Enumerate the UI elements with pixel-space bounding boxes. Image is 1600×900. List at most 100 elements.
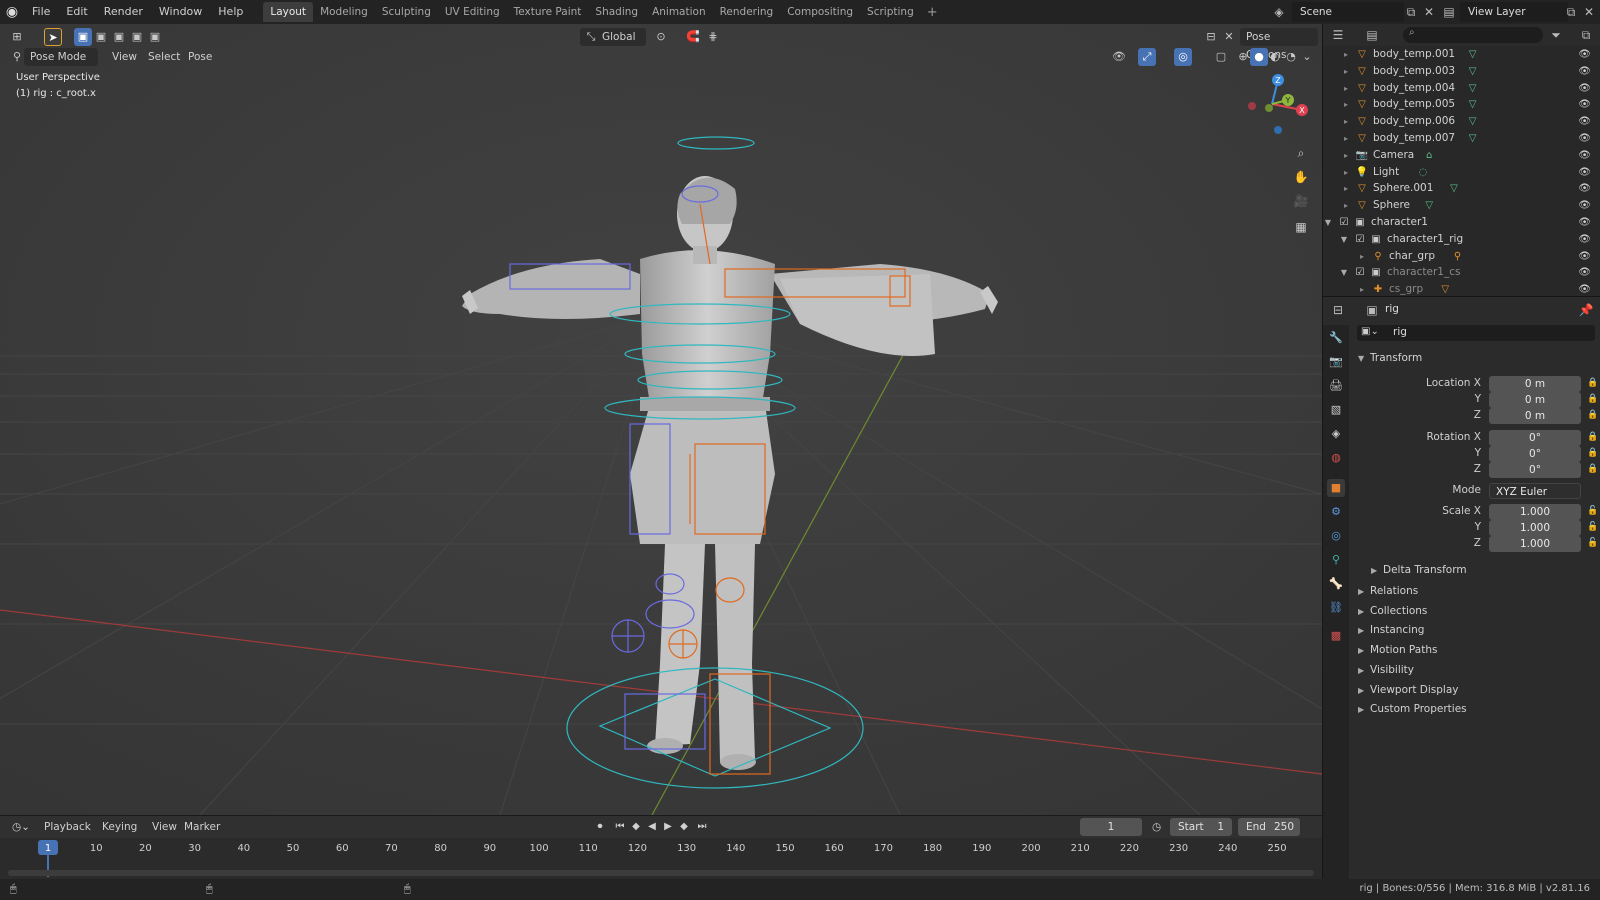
mesh-data-icon[interactable]: ▽ [1466, 80, 1480, 97]
render-tab-icon[interactable]: 📷 [1327, 353, 1345, 371]
location-x-field[interactable]: 0 m [1489, 376, 1581, 392]
tab-rendering[interactable]: Rendering [713, 2, 781, 22]
visibility-eye-icon[interactable]: 👁 [1578, 113, 1591, 130]
visibility-eye-icon[interactable]: 👁 [1578, 63, 1591, 80]
mode-dropdown[interactable]: Pose Mode [24, 48, 98, 66]
view-menu[interactable]: View [106, 48, 143, 66]
gizmo-neg-z-icon[interactable] [1274, 126, 1282, 134]
rotation-x-field[interactable]: 0° [1489, 430, 1581, 446]
visibility-eye-icon[interactable]: 👁 [1578, 180, 1591, 197]
menu-edit[interactable]: Edit [58, 0, 95, 24]
pose-menu[interactable]: Pose [182, 48, 218, 66]
outliner-row-body-temp-005[interactable]: ▸ ▽ body_temp.005 ▽ 👁 [1323, 96, 1600, 113]
add-workspace-icon[interactable]: + [921, 5, 944, 20]
3d-viewport[interactable]: ⊞ ➤ ▣ ▣ ▣ ▣ ▣ Global ⤡ ⊙ 🧲 ⋕ ⊟ ✕ Pose Op… [0, 24, 1322, 815]
menu-help[interactable]: Help [210, 0, 251, 24]
visibility-eye-icon[interactable]: 👁 [1578, 80, 1591, 97]
record-icon[interactable]: ⏺ [592, 818, 608, 836]
timeline-scrollbar[interactable] [8, 870, 1314, 876]
unlock-scale-y-icon[interactable]: 🔓 [1587, 522, 1598, 532]
visibility-eye-icon[interactable]: 👁 [1578, 197, 1591, 214]
panel-header-custom-properties[interactable]: ▶ Custom Properties [1358, 703, 1467, 715]
outliner-editor-type-icon[interactable]: ☰ [1329, 26, 1347, 44]
gizmo-neg-y-icon[interactable] [1265, 104, 1273, 112]
jump-keyframe-back-icon[interactable]: ◆ [628, 818, 644, 836]
outliner-row-camera[interactable]: ▸ 📷 Camera ⌂ 👁 [1323, 147, 1600, 164]
select-intersect-icon[interactable]: ▣ [146, 28, 164, 46]
preview-range-icon[interactable]: ◷ [1148, 818, 1165, 836]
scale-y-field[interactable]: 1.000 [1489, 520, 1581, 536]
jump-end-icon[interactable]: ⏭ [694, 818, 710, 836]
outliner-row-body-temp-006[interactable]: ▸ ▽ body_temp.006 ▽ 👁 [1323, 113, 1600, 130]
expand-arrow-icon[interactable]: ▸ [1339, 96, 1353, 113]
outliner-row-sphere-001[interactable]: ▸ ▽ Sphere.001 ▽ 👁 [1323, 180, 1600, 197]
select-subtract-icon[interactable]: ▣ [110, 28, 128, 46]
checkbox-icon[interactable]: ☑ [1353, 264, 1367, 281]
panel-header-collections[interactable]: ▶ Collections [1358, 605, 1427, 617]
start-frame-field[interactable]: Start 1 [1170, 818, 1232, 836]
mesh-data-icon[interactable]: ▽ [1466, 96, 1480, 113]
location-y-field[interactable]: 0 m [1489, 392, 1581, 408]
properties-editor-type-icon[interactable]: ⊟ [1329, 301, 1347, 319]
outliner-row-character1[interactable]: ▼ ☑ ▣ character1 👁 [1323, 214, 1600, 231]
lock-rotation-z-icon[interactable]: 🔒 [1587, 464, 1598, 474]
tab-uv-editing[interactable]: UV Editing [438, 2, 507, 22]
pan-hand-icon[interactable]: ✋ [1290, 166, 1312, 188]
outliner-row-body-temp-007[interactable]: ▸ ▽ body_temp.007 ▽ 👁 [1323, 130, 1600, 147]
outliner-row-character1-rig[interactable]: ▼ ☑ ▣ character1_rig 👁 [1323, 231, 1600, 248]
editor-type-icon[interactable]: ⊞ [8, 28, 26, 46]
delete-view-layer-icon[interactable]: ✕ [1580, 3, 1598, 21]
play-icon[interactable]: ▶ [660, 818, 676, 836]
snap-icon[interactable]: 🧲 [684, 28, 702, 46]
bone-constraints-tab-icon[interactable]: ⛓ [1327, 599, 1345, 617]
expand-arrow-icon[interactable]: ▸ [1339, 113, 1353, 130]
select-box-mode-icon[interactable]: ▣ [74, 28, 92, 46]
filter-icon[interactable]: ⏷ [1547, 26, 1565, 44]
play-reverse-icon[interactable]: ◀ [644, 818, 660, 836]
visibility-eye-icon[interactable]: 👁 [1578, 147, 1591, 164]
expand-arrow-icon[interactable]: ▸ [1355, 281, 1369, 296]
xray-toggle-icon[interactable]: ▢ [1212, 48, 1230, 66]
expand-arrow-icon[interactable]: ▸ [1355, 248, 1369, 265]
mirror-icon[interactable]: ⊟ [1202, 28, 1220, 46]
gizmo-toggle-icon[interactable]: ⤢ [1138, 48, 1156, 66]
visibility-eye-icon[interactable]: 👁 [1578, 164, 1591, 181]
location-z-field[interactable]: 0 m [1489, 408, 1581, 424]
expand-arrow-icon[interactable]: ▸ [1339, 197, 1353, 214]
visibility-eye-icon[interactable]: 👁 [1578, 281, 1591, 296]
unlock-scale-z-icon[interactable]: 🔓 [1587, 538, 1598, 548]
unlock-scale-x-icon[interactable]: 🔓 [1587, 506, 1598, 516]
visibility-eye-icon[interactable]: 👁 [1578, 248, 1591, 265]
pose-options-dropdown[interactable]: Pose Options [1240, 28, 1318, 61]
tab-compositing[interactable]: Compositing [780, 2, 860, 22]
display-mode-icon[interactable]: ▤ [1363, 26, 1381, 44]
tab-layout[interactable]: Layout [263, 2, 314, 22]
bone-tab-icon[interactable]: 🦴 [1327, 575, 1345, 593]
timeline-editor-type-icon[interactable]: ◷⌄ [8, 818, 34, 836]
mesh-data-icon[interactable]: ▽ [1466, 113, 1480, 130]
rotation-mode-dropdown[interactable]: XYZ Euler [1489, 483, 1581, 499]
outliner-search-input[interactable]: ⌕ [1403, 27, 1543, 43]
expand-arrow-icon[interactable]: ▸ [1339, 46, 1353, 63]
panel-header-visibility[interactable]: ▶ Visibility [1358, 664, 1414, 676]
mesh-data-icon[interactable]: ▽ [1422, 197, 1436, 214]
pin-icon[interactable]: 📌 [1577, 301, 1595, 319]
view-layer-icon[interactable]: ▤ [1440, 3, 1458, 21]
visibility-eye-icon[interactable]: 👁 [1578, 46, 1591, 63]
expand-arrow-icon[interactable]: ▸ [1339, 164, 1353, 181]
blender-logo-icon[interactable]: ◉ [0, 0, 24, 24]
timeline-view-menu[interactable]: View [148, 818, 181, 836]
playback-menu[interactable]: Playback [40, 818, 95, 836]
world-tab-icon[interactable]: ◍ [1327, 449, 1345, 467]
expand-arrow-icon[interactable]: ▼ [1337, 264, 1351, 281]
light-data-icon[interactable]: ◌ [1416, 164, 1430, 181]
mesh-data-icon[interactable]: ▽ [1447, 180, 1461, 197]
tab-shading[interactable]: Shading [588, 2, 645, 22]
scale-z-field[interactable]: 1.000 [1489, 536, 1581, 552]
shading-options-icon[interactable]: ⌄ [1298, 48, 1316, 66]
object-tab-icon[interactable]: ■ [1327, 479, 1345, 497]
select-extend-icon[interactable]: ▣ [92, 28, 110, 46]
texture-tab-icon[interactable]: ▩ [1327, 627, 1345, 645]
delete-scene-icon[interactable]: ✕ [1420, 3, 1438, 21]
lock-location-x-icon[interactable]: 🔒 [1587, 378, 1598, 388]
